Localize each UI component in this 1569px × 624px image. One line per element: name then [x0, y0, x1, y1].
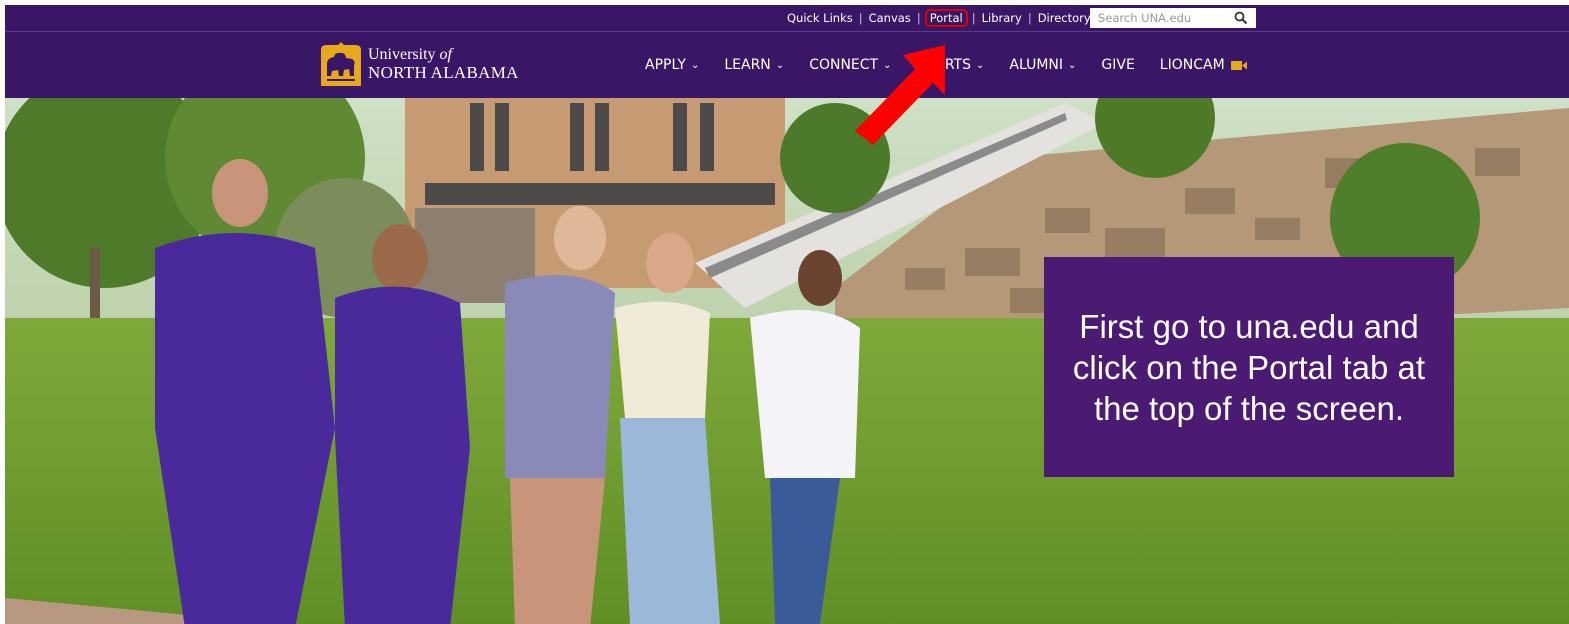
search-icon[interactable]: [1234, 11, 1248, 25]
nav-alumni[interactable]: ALUMNI ⌄: [1009, 57, 1076, 73]
lion-shield-icon: [321, 42, 361, 86]
separator: |: [1027, 11, 1032, 25]
una-logo[interactable]: University of NORTH ALABAMA: [318, 42, 519, 86]
nav-learn-label: LEARN: [724, 57, 771, 73]
chevron-down-icon: ⌄: [1068, 59, 1077, 71]
nav-give[interactable]: GIVE: [1101, 57, 1134, 73]
red-arrow-annotation: [855, 45, 945, 145]
logo-line2: NORTH ALABAMA: [368, 63, 519, 82]
search-input[interactable]: [1090, 9, 1236, 27]
separator: |: [858, 11, 863, 25]
chevron-down-icon: ⌄: [775, 59, 785, 71]
utility-bar: Quick Links | Canvas | Portal | Library …: [5, 5, 1569, 32]
portal-link[interactable]: Portal: [924, 9, 968, 27]
canvas-link[interactable]: Canvas: [867, 11, 913, 25]
logo-line1: University: [368, 46, 440, 63]
chevron-down-icon: ⌄: [690, 59, 700, 71]
instruction-text: First go to una.edu and click on the Por…: [1072, 307, 1426, 427]
search-box: [1090, 8, 1256, 28]
browser-viewport: Quick Links | Canvas | Portal | Library …: [5, 5, 1569, 624]
separator: |: [971, 11, 976, 25]
video-camera-icon: [1230, 60, 1247, 70]
library-link[interactable]: Library: [980, 11, 1024, 25]
chevron-down-icon: ⌄: [976, 59, 985, 71]
nav-give-label: GIVE: [1101, 57, 1135, 73]
nav-learn[interactable]: LEARN ⌄: [724, 57, 784, 73]
nav-apply-label: APPLY: [645, 57, 686, 73]
nav-lioncam[interactable]: LIONCAM: [1160, 57, 1247, 73]
nav-lioncam-label: LIONCAM: [1159, 57, 1225, 73]
nav-apply[interactable]: APPLY ⌄: [645, 57, 699, 73]
main-nav: University of NORTH ALABAMA APPLY ⌄ LEAR…: [5, 32, 1569, 98]
directory-link[interactable]: Directory: [1036, 11, 1093, 25]
logo-line1-of: of: [439, 46, 452, 63]
instruction-callout: First go to una.edu and click on the Por…: [1044, 257, 1454, 477]
quick-links-link[interactable]: Quick Links: [785, 11, 855, 25]
nav-alumni-label: ALUMNI: [1009, 57, 1063, 73]
logo-wordmark: University of NORTH ALABAMA: [368, 46, 519, 82]
separator: |: [916, 11, 921, 25]
utility-links: Quick Links | Canvas | Portal | Library …: [785, 5, 1093, 31]
